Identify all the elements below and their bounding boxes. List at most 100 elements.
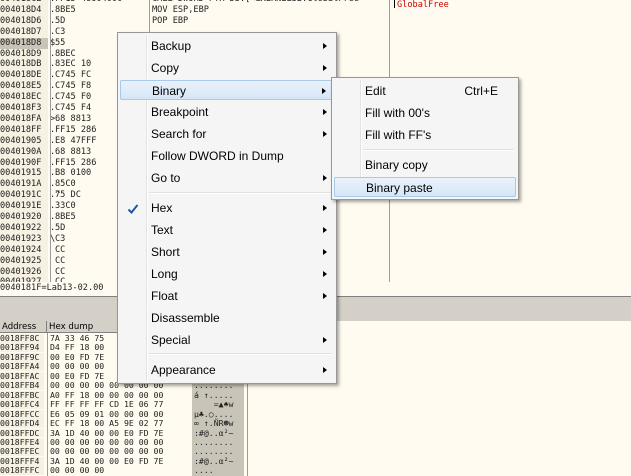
disasm-bytes: 75 DC <box>55 190 81 201</box>
submenu-item-fill-with-ff-s[interactable]: Fill with FF's <box>334 125 516 145</box>
disasm-address: 004018D9 <box>0 48 48 60</box>
disasm-bytes: CC <box>55 277 65 282</box>
disasm-bytes: 68 8813 <box>55 146 92 157</box>
disasm-row[interactable]: 004018D6. 5D POP EBP <box>0 15 631 27</box>
menu-item-label: Binary paste <box>366 181 433 195</box>
menu-item-label: Follow DWORD in Dump <box>151 149 284 163</box>
disasm-address: 00401905 <box>0 135 48 147</box>
submenu-item-fill-with-00-s[interactable]: Fill with 00's <box>334 103 516 123</box>
menu-item-copy[interactable]: Copy <box>120 58 334 78</box>
dump-address: 0018FFC4 <box>0 400 44 410</box>
dump-hex: EC FF 18 00 A5 9E 02 77 <box>50 418 164 429</box>
menu-item-label: Special <box>151 333 191 347</box>
menu-item-binary[interactable]: Binary <box>120 80 334 100</box>
disasm-address: 0040190A <box>0 146 48 158</box>
address-column-header[interactable]: Address <box>0 321 47 333</box>
disasm-row[interactable]: 004018D4. 8BE5 MOV ESP,EBP <box>0 4 631 16</box>
disasm-address: 00401922 <box>0 222 48 234</box>
menu-item-text[interactable]: Text <box>120 220 334 240</box>
disasm-bytes: C3 <box>55 26 66 37</box>
disasm-address: 004018D7 <box>0 26 48 38</box>
dump-address: 0018FF94 <box>0 343 44 353</box>
menu-item-appearance[interactable]: Appearance <box>120 360 334 380</box>
menu-item-label: Fill with FF's <box>365 128 432 142</box>
submenu-arrow-icon <box>323 293 327 299</box>
dump-hex: 00 00 00 00 00 00 00 00 <box>50 446 164 457</box>
disasm-address: 004018D4 <box>0 4 48 16</box>
dump-row[interactable]: 0018FFD4 EC FF 18 00 A5 9E 02 77 ∞ ↑.ÑR☻w <box>0 419 250 428</box>
binary-submenu[interactable]: Edit Ctrl+E Fill with 00's Fill with FF's Bi… <box>331 77 519 200</box>
dump-row[interactable]: 0018FFFC 00 00 00 00.... <box>0 465 250 476</box>
disasm-address: 004018D6 <box>0 15 48 27</box>
disasm-address: 00401920 <box>0 212 48 223</box>
comment-bracket <box>394 0 395 8</box>
menu-item-label: Appearance <box>151 363 216 377</box>
disasm-bytes: 83EC 10 <box>55 59 92 70</box>
disasm-bytes: C745 F8 <box>55 81 92 92</box>
menu-item-label: Edit <box>365 84 386 98</box>
menu-item-label: Text <box>151 223 174 237</box>
disasm-bytes: CC <box>55 244 66 255</box>
disasm-bytes: C745 FC <box>55 70 92 81</box>
submenu-arrow-icon <box>323 175 327 181</box>
shortcut-label: Ctrl+E <box>464 84 498 98</box>
submenu-arrow-icon <box>323 249 327 255</box>
disasm-bytes: 85C0 <box>55 179 76 190</box>
submenu-item-edit[interactable]: Edit Ctrl+E <box>334 81 516 101</box>
submenu-arrow-icon <box>322 88 326 94</box>
disasm-bytes: 55 <box>55 37 66 48</box>
dump-ascii: .... <box>194 465 214 476</box>
disasm-address: 004018FF <box>0 124 48 136</box>
menu-item-go-to[interactable]: Go to <box>120 168 334 188</box>
menu-item-hex[interactable]: Hex <box>120 198 334 218</box>
disasm-address: 004018DB <box>0 59 48 71</box>
menu-separator <box>149 353 332 355</box>
disasm-bytes: 5D <box>55 15 66 26</box>
dump-address: 0018FFFC <box>0 466 44 476</box>
menu-item-label: Float <box>151 289 178 303</box>
dump-row[interactable]: 0018FFEC 00 00 00 00 00 00 00 00........ <box>0 446 250 457</box>
menu-item-float[interactable]: Float <box>120 286 334 306</box>
disasm-bytes: 8BE5 <box>55 4 76 15</box>
submenu-arrow-icon <box>323 367 327 373</box>
menu-item-label: Go to <box>151 171 181 185</box>
disasm-address: 00401923 <box>0 233 48 245</box>
disasm-bytes: CC <box>55 266 66 277</box>
menu-item-short[interactable]: Short <box>120 242 334 262</box>
menu-item-label: Short <box>151 245 180 259</box>
dump-ascii: =▲♠w <box>194 399 234 410</box>
menu-item-label: Hex <box>151 201 173 215</box>
dump-hex: FF FF FF FF CD 1E 06 77 <box>50 399 164 410</box>
menu-item-long[interactable]: Long <box>120 264 334 284</box>
menu-item-breakpoint[interactable]: Breakpoint <box>120 102 334 122</box>
menu-item-search-for[interactable]: Search for <box>120 124 334 144</box>
submenu-item-binary-copy[interactable]: Binary copy <box>334 155 516 175</box>
menu-item-disassemble[interactable]: Disassemble <box>120 308 334 328</box>
menu-item-backup[interactable]: Backup <box>120 36 334 56</box>
menu-item-follow-dword-in-dump[interactable]: Follow DWORD in Dump <box>120 146 334 166</box>
disasm-bytes: CC <box>55 255 66 266</box>
submenu-arrow-icon <box>323 109 327 115</box>
dump-address: 0018FFEC <box>0 447 44 457</box>
menu-item-special[interactable]: Special <box>120 330 334 350</box>
submenu-arrow-icon <box>323 131 327 137</box>
disasm-bytes: E8 47FFF <box>55 135 97 146</box>
disasm-address: 004018EC <box>0 92 48 103</box>
menu-separator <box>363 149 514 151</box>
disasm-address: 00401926 <box>0 266 48 278</box>
context-menu[interactable]: Backup Copy Binary Breakpoint Search for Foll… <box>117 32 337 384</box>
submenu-item-binary-paste[interactable]: Binary paste <box>334 177 516 197</box>
submenu-arrow-icon <box>323 43 327 49</box>
disasm-bytes: 33C0 <box>55 201 76 212</box>
menu-item-label: Long <box>151 267 178 281</box>
disasm-bytes: 68 8813 <box>55 113 92 124</box>
disasm-bytes: C745 F4 <box>55 103 92 113</box>
disasm-bytes: 8BEC <box>55 48 76 59</box>
disasm-bytes: C745 F0 <box>55 92 92 103</box>
dump-row[interactable]: 0018FFC4 FF FF FF FF CD 1E 06 77 =▲♠w <box>0 399 250 410</box>
disasm-address: 00401915 <box>0 168 48 180</box>
disasm-bytes: FF15 286 <box>55 157 97 168</box>
dump-hex: 00 00 00 00 <box>50 361 105 372</box>
disasm-address: 0040191C <box>0 190 48 202</box>
menu-item-label: Copy <box>151 61 180 75</box>
